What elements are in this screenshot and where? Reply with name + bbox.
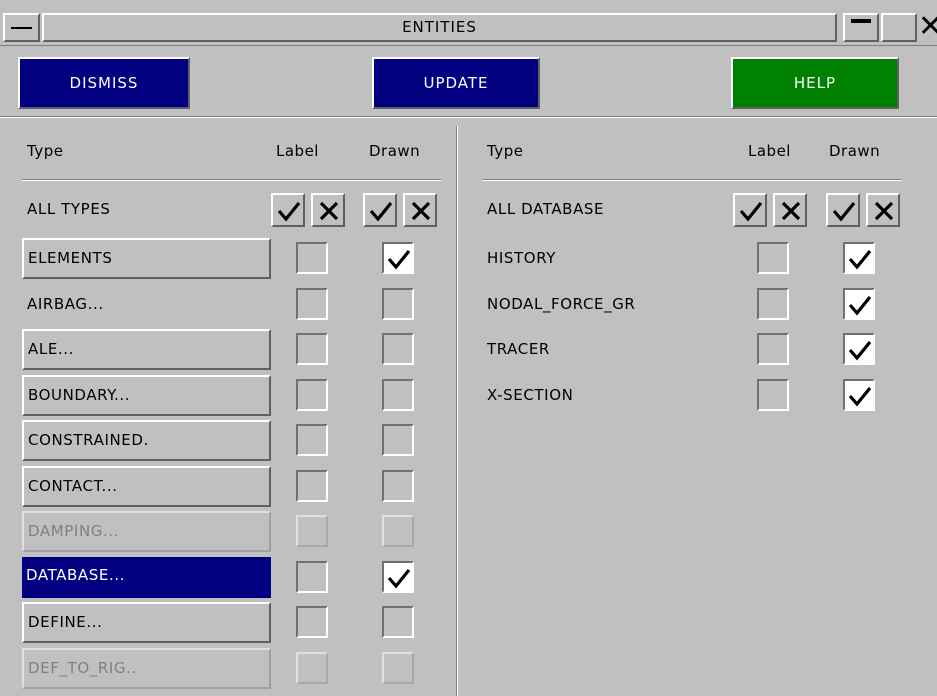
entity-database-button[interactable]: DATABASE...	[22, 556, 271, 598]
drawn-checkbox-tracer[interactable]	[843, 333, 875, 365]
label-checkbox-ale[interactable]	[296, 333, 328, 365]
drawn-checkbox-elements[interactable]	[382, 242, 414, 274]
label-checkbox-constrained[interactable]	[296, 424, 328, 456]
drawn-checkbox-database[interactable]	[382, 560, 414, 593]
label-checkbox-history[interactable]	[757, 242, 789, 274]
all-types-drawn-on[interactable]	[363, 193, 397, 227]
label-checkbox-contact[interactable]	[296, 469, 328, 502]
left-header-drawn: Drawn	[369, 142, 421, 160]
entity-airbag-label: AIRBAG...	[27, 294, 104, 313]
entity-boundary-button[interactable]: BOUNDARY...	[22, 374, 271, 416]
close-button[interactable]: ✕	[918, 10, 937, 44]
right-header-divider	[482, 179, 902, 181]
right-header-label: Label	[748, 142, 791, 160]
label-checkbox-airbag[interactable]	[296, 287, 328, 320]
right-header-drawn: Drawn	[829, 142, 881, 160]
window-title: ENTITIES	[42, 13, 837, 42]
entity-contact-button[interactable]: CONTACT...	[22, 465, 271, 507]
drawn-checkbox-airbag[interactable]	[382, 287, 414, 320]
panel-divider	[456, 126, 458, 696]
left-header-divider	[22, 179, 441, 181]
all-types-label: ALL TYPES	[27, 200, 111, 218]
drawn-checkbox-history[interactable]	[843, 242, 875, 274]
label-checkbox-x-section[interactable]	[757, 378, 789, 411]
drawn-checkbox-def-to-rig	[382, 651, 414, 684]
all-types-drawn-off[interactable]	[403, 193, 437, 227]
update-button[interactable]: UPDATE	[372, 57, 540, 109]
left-header-label: Label	[276, 142, 319, 160]
drawn-checkbox-contact[interactable]	[382, 469, 414, 502]
database-nodal-force-gr-label: NODAL_FORCE_GR	[487, 294, 636, 313]
dismiss-button[interactable]: DISMISS	[18, 57, 190, 109]
drawn-checkbox-constrained[interactable]	[382, 424, 414, 456]
label-checkbox-nodal-force-gr[interactable]	[757, 287, 789, 320]
all-database-label-on[interactable]	[733, 193, 767, 227]
label-checkbox-define[interactable]	[296, 606, 328, 638]
label-checkbox-boundary[interactable]	[296, 378, 328, 411]
help-button[interactable]: HELP	[731, 57, 899, 109]
all-database-label: ALL DATABASE	[487, 200, 605, 218]
entity-ale-button[interactable]: ALE...	[22, 329, 271, 370]
all-database-label-off[interactable]	[773, 193, 807, 227]
drawn-checkbox-define[interactable]	[382, 606, 414, 638]
drawn-checkbox-nodal-force-gr[interactable]	[843, 287, 875, 320]
entity-constrained-button[interactable]: CONSTRAINED.	[22, 420, 271, 461]
entity-damping-button: DAMPING...	[22, 511, 271, 552]
window-menu-button[interactable]	[3, 13, 40, 42]
database-tracer-label: TRACER	[487, 340, 550, 358]
drawn-checkbox-ale[interactable]	[382, 333, 414, 365]
all-types-label-off[interactable]	[311, 193, 345, 227]
label-checkbox-database[interactable]	[296, 560, 328, 593]
window-menu-icon	[11, 27, 32, 29]
database-history-label: HISTORY	[487, 249, 557, 267]
label-checkbox-tracer[interactable]	[757, 333, 789, 365]
minimize-button[interactable]	[843, 13, 879, 42]
entity-define-button[interactable]: DEFINE...	[22, 602, 271, 643]
close-icon: ✕	[918, 9, 937, 44]
toolbar-divider	[0, 116, 937, 118]
all-database-drawn-on[interactable]	[826, 193, 860, 227]
entity-elements-button[interactable]: ELEMENTS	[22, 238, 271, 279]
maximize-button[interactable]	[881, 13, 917, 42]
drawn-checkbox-damping	[382, 515, 414, 547]
right-header-type: Type	[487, 142, 524, 160]
entity-def-to-rig-button: DEF_TO_RIG..	[22, 647, 271, 689]
label-checkbox-damping	[296, 515, 328, 547]
drawn-checkbox-boundary[interactable]	[382, 378, 414, 411]
all-types-label-on[interactable]	[271, 193, 305, 227]
database-x-section-label: X-SECTION	[487, 385, 574, 404]
minimize-icon	[851, 19, 871, 23]
all-database-drawn-off[interactable]	[866, 193, 900, 227]
label-checkbox-elements[interactable]	[296, 242, 328, 274]
label-checkbox-def-to-rig	[296, 651, 328, 684]
left-header-type: Type	[27, 142, 64, 160]
drawn-checkbox-x-section[interactable]	[843, 378, 875, 411]
